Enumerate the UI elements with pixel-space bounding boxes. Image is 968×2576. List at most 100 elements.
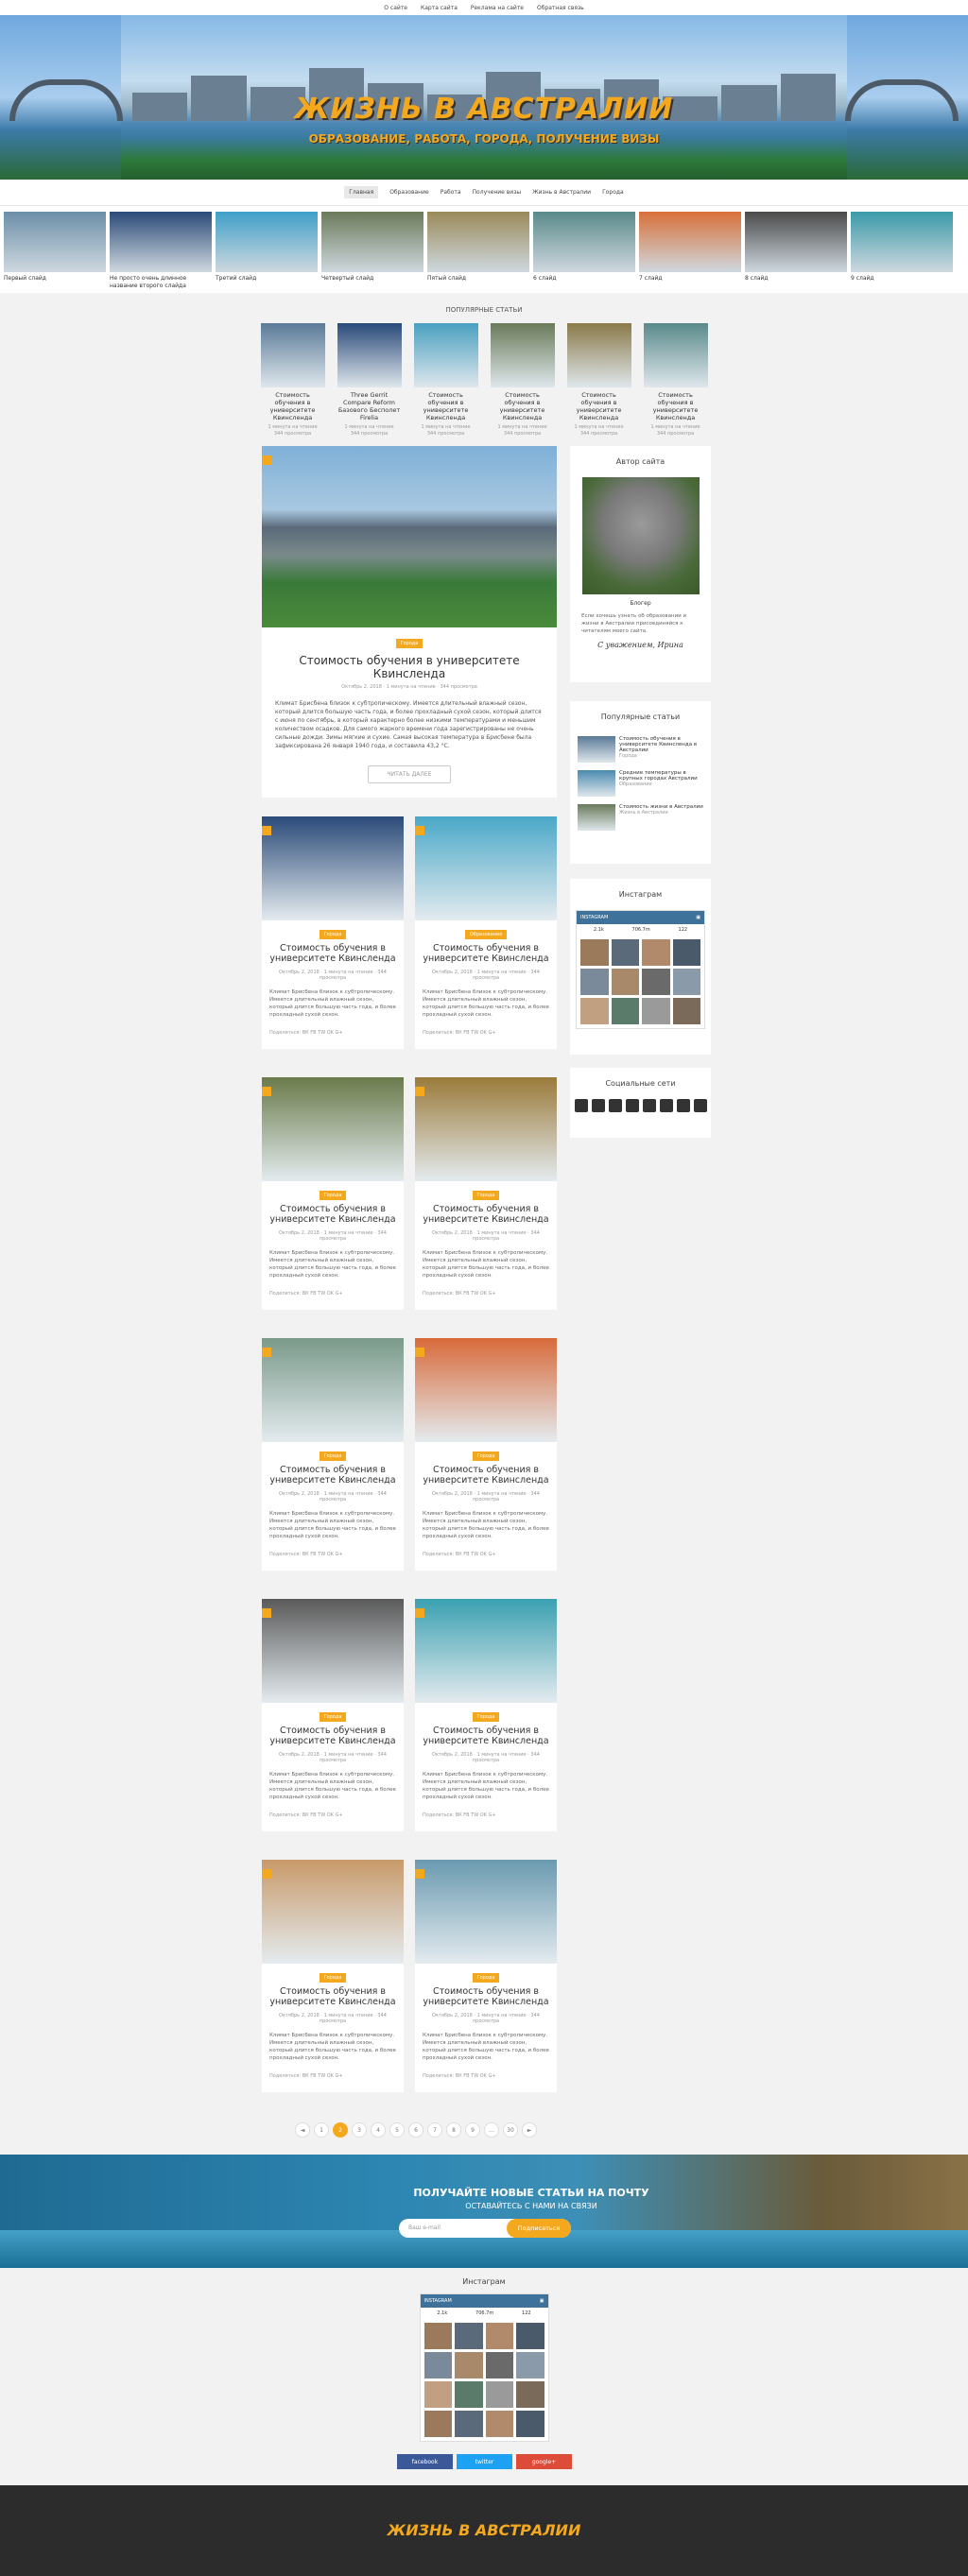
ig-photo[interactable] [642, 998, 670, 1024]
facebook-icon[interactable] [591, 1099, 605, 1112]
ig-photo[interactable] [424, 2352, 452, 2379]
top-link[interactable]: О сайте [384, 5, 407, 11]
ig-photo[interactable] [424, 2323, 452, 2349]
popular-image[interactable] [260, 323, 325, 387]
popular-image[interactable] [337, 323, 402, 387]
ig-photo[interactable] [580, 969, 609, 995]
popular-item[interactable]: Стоимость обучения в университете Квинсл… [490, 323, 555, 438]
ig-photo[interactable] [642, 939, 670, 966]
slide[interactable]: Третий слайд [216, 212, 318, 293]
sidebar-post[interactable]: Стоимость обучения в университете Квинсл… [570, 732, 711, 766]
ig-photo[interactable] [611, 969, 639, 995]
popular-image[interactable] [490, 323, 555, 387]
share-links[interactable]: Поделиться: ВК FB TW OK G+ [423, 1291, 549, 1297]
popular-item[interactable]: Стоимость обучения в университете Квинсл… [260, 323, 325, 438]
instagram-feed[interactable]: INSTAGRAM ▣ 2.1k 706.7m 122 [419, 2293, 549, 2442]
page-button[interactable]: 6 [408, 2122, 424, 2138]
share-links[interactable]: Поделиться: ВК FB TW OK G+ [423, 1552, 549, 1557]
category-badge[interactable]: Города [319, 930, 347, 939]
nav-item[interactable]: Главная [344, 186, 379, 198]
slide[interactable]: 9 слайд [851, 212, 953, 293]
slide[interactable]: Первый слайд [4, 212, 106, 293]
post-title[interactable]: Стоимость обучения в университете Квинсл… [423, 1986, 549, 2007]
slide-image[interactable] [321, 212, 424, 272]
post-image[interactable] [262, 1860, 404, 1964]
popular-item[interactable]: Стоимость обучения в университете Квинсл… [413, 323, 478, 438]
slide-image[interactable] [427, 212, 529, 272]
youtube-icon[interactable] [642, 1099, 656, 1112]
page-button[interactable]: ► [522, 2122, 537, 2138]
popular-item[interactable]: Стоимость обучения в университете Квинсл… [643, 323, 708, 438]
page-button[interactable]: 1 [314, 2122, 329, 2138]
post-card[interactable]: Города Стоимость обучения в университете … [262, 1077, 404, 1310]
ig-photo[interactable] [516, 2352, 544, 2379]
post-title[interactable]: Стоимость обучения в университете Квинсл… [423, 1204, 549, 1225]
share-links[interactable]: Поделиться: ВК FB TW OK G+ [423, 2073, 549, 2079]
page-button[interactable]: 9 [465, 2122, 480, 2138]
category-badge[interactable]: Города [472, 1451, 500, 1461]
slide-image[interactable] [110, 212, 212, 272]
nav-item[interactable]: Работа [441, 189, 461, 196]
post-card[interactable]: Города Стоимость обучения в университете … [262, 1860, 404, 2092]
slide[interactable]: Пятый слайд [427, 212, 529, 293]
post-image[interactable] [262, 1599, 404, 1703]
post-title[interactable]: Стоимость обучения в университете Квинсл… [269, 1204, 396, 1225]
category-badge[interactable]: Города [319, 1973, 347, 1983]
post-card[interactable]: Города Стоимость обучения в университете … [415, 1860, 557, 2092]
post-title[interactable]: Стоимость обучения в университете Квинсл… [269, 1726, 396, 1746]
vk-icon[interactable] [574, 1099, 588, 1112]
subscribe-button[interactable]: Подписаться [507, 2219, 571, 2238]
ig-photo[interactable] [455, 2411, 483, 2437]
email-icon[interactable] [693, 1099, 707, 1112]
popular-item-title[interactable]: Стоимость обучения в университете Квинсл… [414, 391, 478, 421]
featured-post[interactable]: Города Стоимость обучения в университете… [262, 446, 557, 798]
nav-item[interactable]: Города [602, 189, 624, 196]
post-image[interactable] [415, 1077, 557, 1181]
featured-image[interactable] [262, 446, 557, 627]
popular-image[interactable] [566, 323, 631, 387]
popular-item-title[interactable]: Стоимость обучения в университете Квинсл… [644, 391, 708, 421]
nav-item[interactable]: Жизнь в Австралии [532, 189, 591, 196]
page-button[interactable]: 7 [427, 2122, 442, 2138]
post-card[interactable]: Города Стоимость обучения в университете … [415, 1338, 557, 1571]
share-links[interactable]: Поделиться: ВК FB TW OK G+ [269, 1030, 396, 1036]
sidebar-post[interactable]: Стоимость жизни в Австралии Жизнь в Австр… [570, 800, 711, 834]
share-links[interactable]: Поделиться: ВК FB TW OK G+ [269, 1812, 396, 1818]
nav-item[interactable]: Получение визы [473, 189, 522, 196]
footer-logo[interactable]: ЖИЗНЬ В АВСТРАЛИИ [388, 2521, 581, 2539]
post-title[interactable]: Стоимость обучения в университете Квинсл… [269, 1465, 396, 1485]
post-title[interactable]: Стоимость обучения в университете Квинсл… [269, 1986, 396, 2007]
share-links[interactable]: Поделиться: ВК FB TW OK G+ [423, 1030, 549, 1036]
post-card[interactable]: Города Стоимость обучения в университете … [415, 1077, 557, 1310]
slide[interactable]: 6 слайд [533, 212, 635, 293]
facebook-button[interactable]: facebook [397, 2454, 453, 2469]
ig-photo[interactable] [455, 2323, 483, 2349]
slide[interactable]: 7 слайд [639, 212, 741, 293]
ig-photo[interactable] [485, 2411, 513, 2437]
popular-item-title[interactable]: Стоимость обучения в университете Квинсл… [567, 391, 631, 421]
category-badge[interactable]: Города [472, 1191, 500, 1200]
category-badge[interactable]: Образование [464, 930, 508, 939]
sidebar-post-image[interactable] [578, 770, 615, 797]
top-link[interactable]: Реклама на сайте [471, 5, 524, 11]
instagram-icon[interactable] [676, 1099, 690, 1112]
page-button[interactable]: 2 [333, 2122, 348, 2138]
popular-image[interactable] [413, 323, 478, 387]
slide[interactable]: Четвертый слайд [321, 212, 424, 293]
category-badge[interactable]: Города [319, 1451, 347, 1461]
slide-image[interactable] [851, 212, 953, 272]
post-card[interactable]: Города Стоимость обучения в университете … [415, 1599, 557, 1831]
category-badge[interactable]: Города [472, 1712, 500, 1722]
popular-image[interactable] [643, 323, 708, 387]
ig-photo[interactable] [516, 2381, 544, 2408]
page-button[interactable]: 5 [389, 2122, 405, 2138]
slide-image[interactable] [4, 212, 106, 272]
sidebar-post[interactable]: Средние температуры в крупных городах Ав… [570, 766, 711, 800]
category-badge[interactable]: Города [472, 1973, 500, 1983]
popular-item-title[interactable]: Стоимость обучения в университете Квинсл… [261, 391, 325, 421]
post-image[interactable] [415, 1860, 557, 1964]
category-badge[interactable]: Города [319, 1712, 347, 1722]
category-badge[interactable]: Города [319, 1191, 347, 1200]
slide-image[interactable] [639, 212, 741, 272]
ig-photo[interactable] [485, 2381, 513, 2408]
